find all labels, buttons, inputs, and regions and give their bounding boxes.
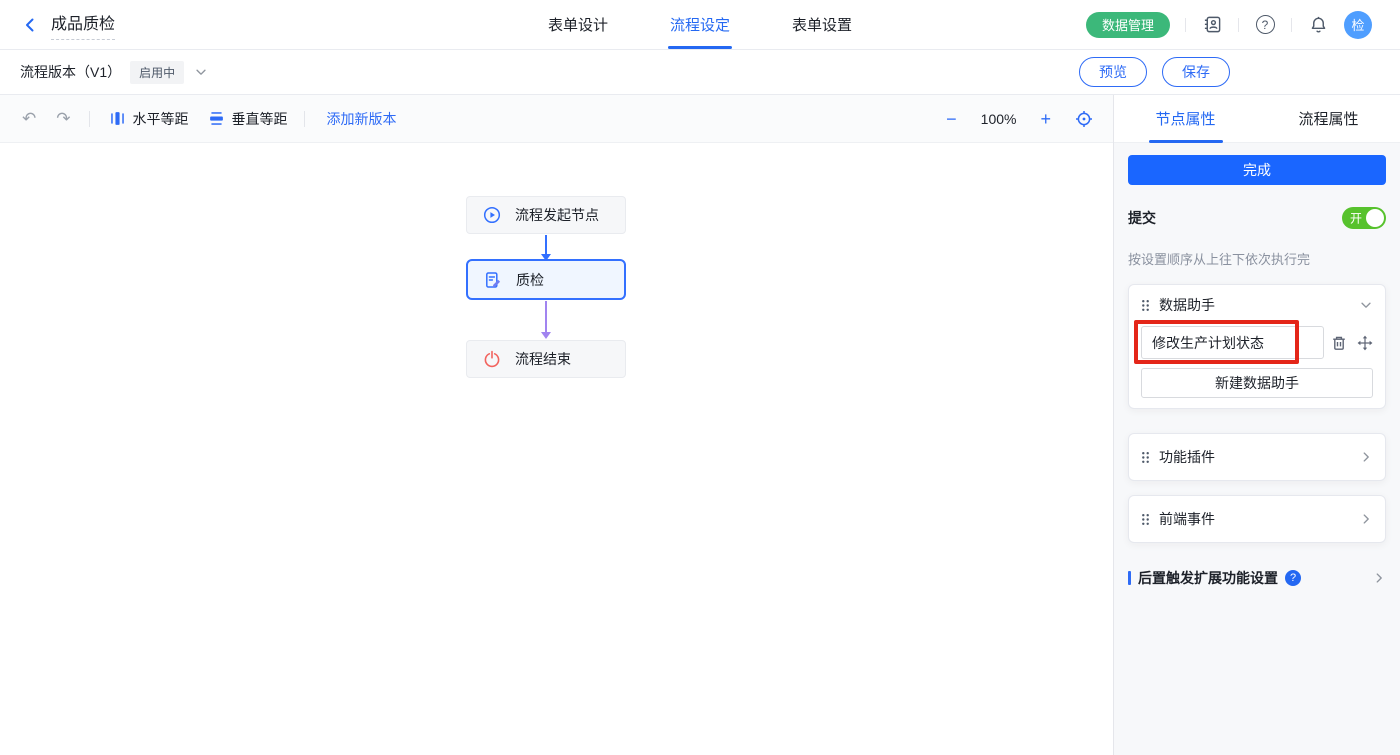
- vertical-distribute-button[interactable]: 垂直等距: [209, 109, 288, 129]
- delete-icon[interactable]: [1331, 335, 1347, 351]
- drag-handle-icon[interactable]: [1141, 299, 1150, 312]
- tab-node-properties[interactable]: 节点属性: [1114, 95, 1257, 142]
- execution-order-hint: 按设置顺序从上往下依次执行完: [1128, 249, 1386, 268]
- chevron-left-icon: [22, 17, 38, 33]
- submit-label: 提交: [1128, 208, 1156, 228]
- plugin-card-title: 功能插件: [1159, 447, 1350, 467]
- frontend-event-card-title: 前端事件: [1159, 509, 1350, 529]
- zoom-level: 100%: [981, 111, 1017, 127]
- page-title[interactable]: 成品质检: [51, 10, 115, 40]
- connector-qc-to-end: [541, 301, 551, 339]
- zoom-in-button[interactable]: +: [1040, 110, 1051, 128]
- complete-button[interactable]: 完成: [1128, 155, 1386, 185]
- user-avatar[interactable]: 检: [1344, 11, 1372, 39]
- drag-handle-icon[interactable]: [1141, 451, 1150, 464]
- move-icon[interactable]: [1357, 335, 1373, 351]
- flow-node-start[interactable]: 流程发起节点: [466, 196, 626, 234]
- help-icon[interactable]: ?: [1254, 14, 1276, 36]
- tab-form-setting[interactable]: 表单设置: [792, 0, 852, 49]
- back-button[interactable]: [22, 17, 38, 33]
- separator: [1291, 18, 1292, 32]
- vertical-distribute-label: 垂直等距: [232, 109, 288, 129]
- submit-toggle[interactable]: 开: [1342, 207, 1386, 229]
- data-manage-button[interactable]: 数据管理: [1086, 12, 1170, 38]
- post-trigger-settings-row[interactable]: 后置触发扩展功能设置 ?: [1128, 568, 1386, 588]
- play-circle-icon: [483, 206, 501, 224]
- toggle-on-label: 开: [1350, 210, 1362, 227]
- flow-node-label: 流程结束: [515, 349, 571, 369]
- locate-center-icon[interactable]: [1075, 110, 1093, 128]
- top-header: 成品质检 表单设计 流程设定 表单设置 数据管理 ?: [0, 0, 1400, 50]
- flow-workarea: ↶ ↷ 水平等距 垂直等距 添加新版本: [0, 95, 1113, 755]
- tab-form-design[interactable]: 表单设计: [548, 0, 608, 49]
- zoom-out-button[interactable]: −: [946, 110, 957, 128]
- separator: [1185, 18, 1186, 32]
- save-button[interactable]: 保存: [1162, 57, 1230, 87]
- data-assistant-card: 数据助手: [1128, 284, 1386, 409]
- header-tabs: 表单设计 流程设定 表单设置: [548, 0, 852, 49]
- tab-flow-properties[interactable]: 流程属性: [1257, 95, 1400, 142]
- plugin-card[interactable]: 功能插件: [1128, 433, 1386, 481]
- chevron-right-icon[interactable]: [1359, 512, 1373, 526]
- power-circle-icon: [483, 350, 501, 368]
- horizontal-distribute-button[interactable]: 水平等距: [110, 109, 189, 129]
- version-dropdown-chevron-icon[interactable]: [194, 65, 208, 79]
- toggle-knob: [1366, 209, 1384, 227]
- undo-icon[interactable]: ↶: [20, 110, 38, 127]
- flow-canvas[interactable]: 流程发起节点 质检 流程结束: [0, 143, 1113, 755]
- canvas-toolbar: ↶ ↷ 水平等距 垂直等距 添加新版本: [0, 95, 1113, 143]
- separator: [89, 111, 90, 127]
- tab-flow-setting[interactable]: 流程设定: [670, 0, 730, 49]
- horizontal-distribute-label: 水平等距: [133, 109, 189, 129]
- flow-node-label: 流程发起节点: [515, 205, 599, 225]
- properties-panel: 节点属性 流程属性 完成 提交 开 按设置顺序从上往下依次执行完: [1113, 95, 1400, 755]
- data-assistant-title: 数据助手: [1159, 295, 1350, 315]
- vertical-distribute-icon: [209, 111, 224, 126]
- preview-button[interactable]: 预览: [1079, 57, 1147, 87]
- flow-node-end[interactable]: 流程结束: [466, 340, 626, 378]
- redo-icon[interactable]: ↷: [54, 110, 72, 127]
- chevron-down-icon[interactable]: [1359, 298, 1373, 312]
- panel-tabs: 节点属性 流程属性: [1114, 95, 1400, 143]
- form-edit-icon: [484, 271, 502, 289]
- flow-version-label: 流程版本（V1）: [20, 62, 121, 82]
- contact-book-icon[interactable]: [1201, 14, 1223, 36]
- separator: [1238, 18, 1239, 32]
- post-trigger-title: 后置触发扩展功能设置: [1138, 568, 1278, 588]
- horizontal-distribute-icon: [110, 111, 125, 126]
- new-data-assistant-button[interactable]: 新建数据助手: [1141, 368, 1373, 398]
- help-filled-icon[interactable]: ?: [1285, 570, 1301, 586]
- connector-start-to-qc: [541, 235, 551, 261]
- data-assistant-item-input[interactable]: [1141, 326, 1324, 359]
- drag-handle-icon[interactable]: [1141, 513, 1150, 526]
- flow-node-qc[interactable]: 质检: [466, 259, 626, 300]
- notification-bell-icon[interactable]: [1307, 14, 1329, 36]
- flow-node-label: 质检: [516, 270, 544, 290]
- status-badge: 启用中: [130, 61, 184, 84]
- chevron-right-icon[interactable]: [1372, 571, 1386, 585]
- section-accent-bar: [1128, 571, 1131, 585]
- frontend-event-card[interactable]: 前端事件: [1128, 495, 1386, 543]
- separator: [304, 111, 305, 127]
- version-bar: 流程版本（V1） 启用中 预览 保存: [0, 50, 1400, 95]
- chevron-right-icon[interactable]: [1359, 450, 1373, 464]
- add-version-link[interactable]: 添加新版本: [327, 109, 397, 129]
- data-assistant-item-row: [1141, 326, 1373, 359]
